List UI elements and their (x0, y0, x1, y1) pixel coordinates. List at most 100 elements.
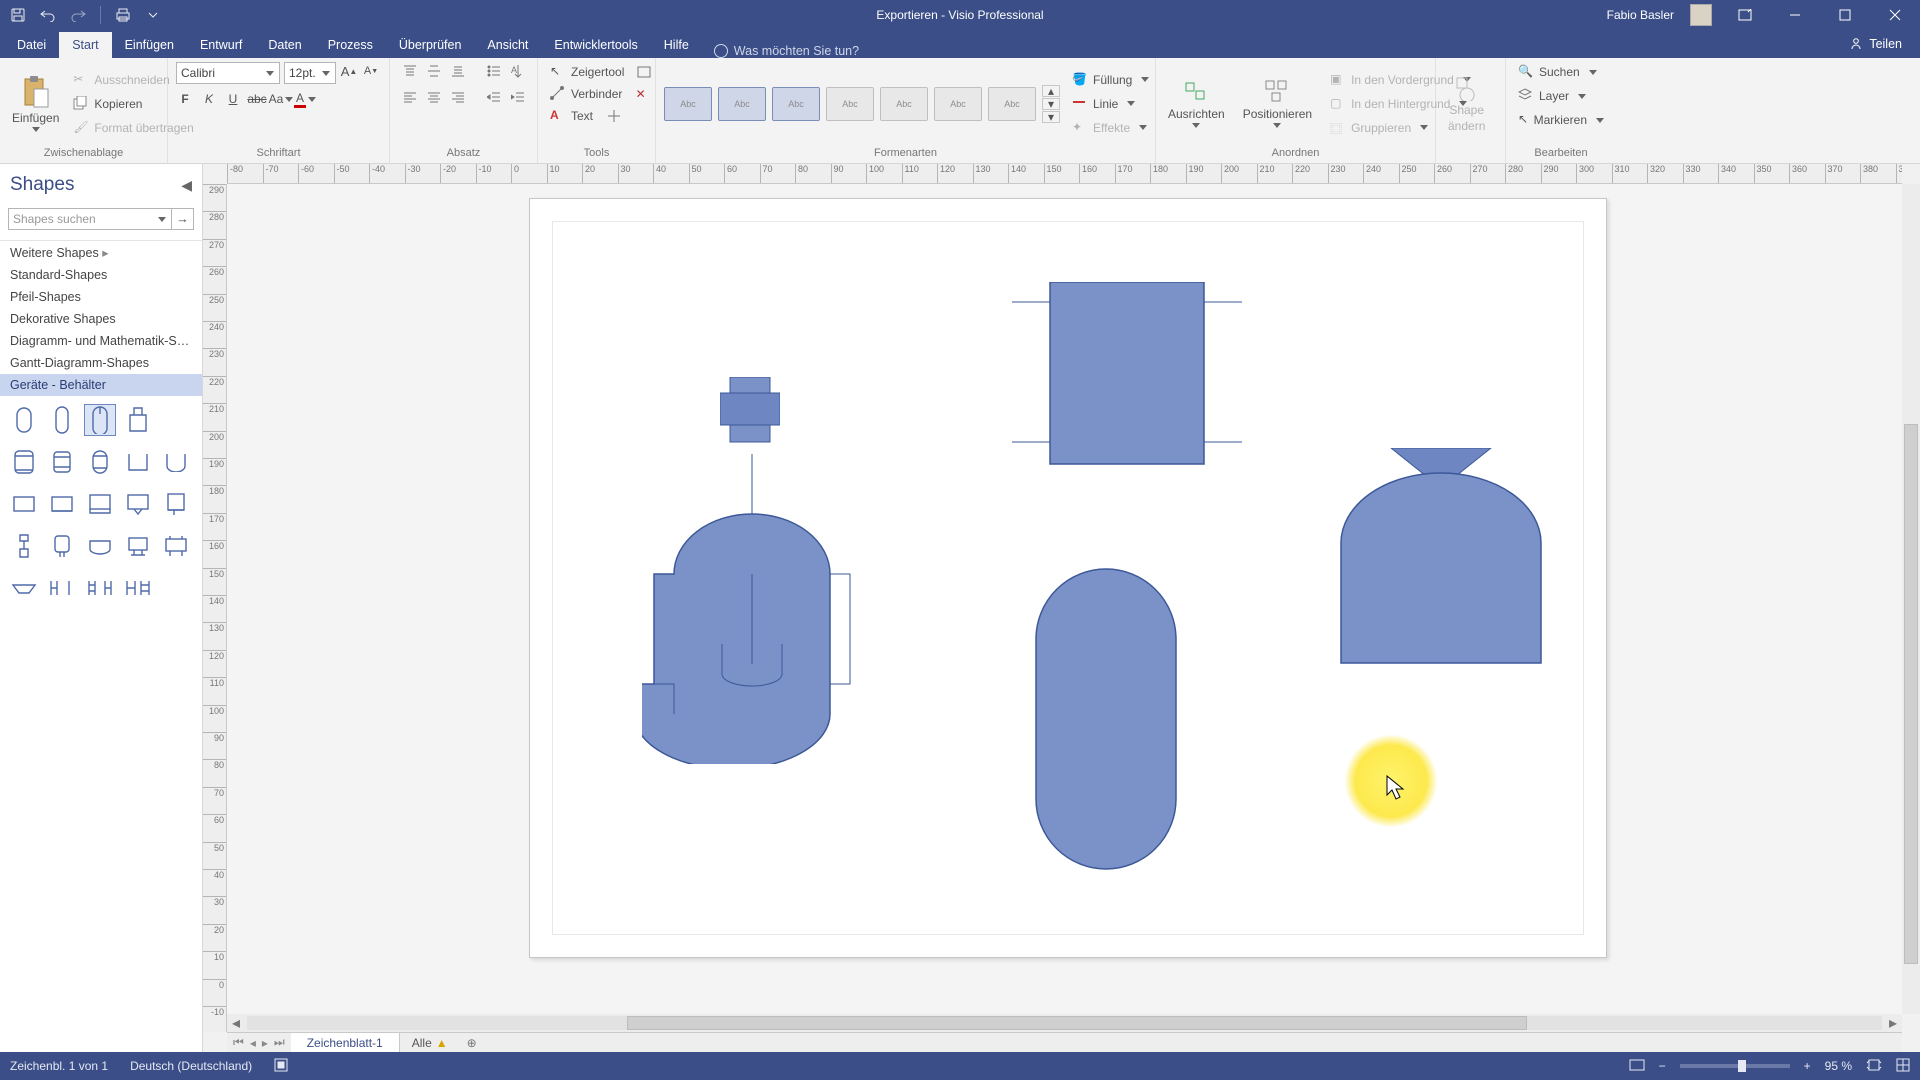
stencil-shape[interactable] (122, 446, 154, 478)
connection-point-icon[interactable] (605, 107, 623, 125)
style-gallery-up-icon[interactable]: ▴ (1042, 85, 1060, 97)
stencil-shape[interactable] (8, 488, 40, 520)
vertical-scrollbar-thumb[interactable] (1904, 424, 1918, 964)
font-color-button[interactable]: A (296, 90, 314, 108)
tab-start[interactable]: Start (59, 32, 111, 58)
shapes-pane-collapse-icon[interactable]: ◀ (181, 177, 192, 194)
pan-zoom-window-icon[interactable] (1896, 1058, 1910, 1075)
pagetab-first-icon[interactable]: ⏮ (233, 1035, 244, 1050)
bullets-icon[interactable] (485, 62, 503, 80)
shape-agitator-vessel[interactable] (642, 454, 892, 764)
cat-diagramm-shapes[interactable]: Diagramm- und Mathematik-Sh... (0, 330, 202, 352)
qat-customize-icon[interactable] (145, 7, 161, 23)
paste-button[interactable]: Einfügen (8, 75, 63, 132)
align-center-icon[interactable] (425, 88, 443, 106)
underline-button[interactable]: U (224, 90, 242, 108)
drawing-page[interactable] (529, 198, 1607, 958)
hscroll-track[interactable] (247, 1016, 1882, 1030)
decrease-indent-icon[interactable] (485, 88, 503, 106)
cat-weitere-shapes[interactable]: Weitere Shapes (0, 241, 202, 264)
zoom-in-button[interactable]: + (1804, 1059, 1811, 1073)
print-icon[interactable] (115, 7, 131, 23)
pagetab-next-icon[interactable]: ▸ (262, 1036, 268, 1050)
change-case-button[interactable]: Aa (272, 90, 290, 108)
stencil-shape[interactable] (160, 530, 192, 562)
style-thumb-3[interactable]: Abc (772, 87, 820, 121)
bold-button[interactable]: F (176, 90, 194, 108)
font-name-combo[interactable]: Calibri (176, 62, 280, 84)
tab-datei[interactable]: Datei (4, 32, 59, 58)
style-thumb-1[interactable]: Abc (664, 87, 712, 121)
tab-ueberpruefen[interactable]: Überprüfen (386, 32, 475, 58)
undo-icon[interactable] (40, 7, 56, 23)
status-macro-icon[interactable] (274, 1058, 288, 1075)
style-thumb-2[interactable]: Abc (718, 87, 766, 121)
pagetab-prev-icon[interactable]: ◂ (250, 1036, 256, 1050)
page-tab-active[interactable]: Zeichenblatt-1 (291, 1033, 400, 1052)
stencil-shape[interactable] (160, 488, 192, 520)
zoom-percent[interactable]: 95 % (1825, 1059, 1852, 1073)
align-right-icon[interactable] (449, 88, 467, 106)
stencil-shape[interactable] (122, 530, 154, 562)
redo-icon[interactable] (70, 7, 86, 23)
cat-dekorative-shapes[interactable]: Dekorative Shapes (0, 308, 202, 330)
line-button[interactable]: Linie (1068, 94, 1153, 114)
share-button[interactable]: Teilen (1831, 30, 1920, 58)
stencil-shape[interactable] (122, 572, 154, 604)
text-direction-icon[interactable]: A (509, 62, 527, 80)
maximize-button[interactable] (1828, 0, 1862, 30)
stencil-shape[interactable] (46, 488, 78, 520)
stencil-shape[interactable] (160, 446, 192, 478)
vertical-scrollbar[interactable] (1902, 184, 1920, 1014)
zoom-out-button[interactable]: − (1659, 1059, 1666, 1073)
position-button[interactable]: Positionieren (1239, 79, 1316, 128)
connector-delete-icon[interactable]: ✕ (634, 85, 647, 103)
style-thumb-7[interactable]: Abc (988, 87, 1036, 121)
ribbon-display-options-icon[interactable] (1728, 0, 1762, 30)
change-shape-button[interactable]: Shape ändern (1444, 75, 1489, 133)
tab-einfuegen[interactable]: Einfügen (112, 32, 187, 58)
stencil-shape[interactable] (84, 530, 116, 562)
tab-entwurf[interactable]: Entwurf (187, 32, 255, 58)
hscroll-thumb[interactable] (627, 1016, 1527, 1030)
stencil-shape[interactable] (8, 446, 40, 478)
zoom-slider[interactable] (1680, 1064, 1790, 1068)
rectangle-tool-icon[interactable] (636, 63, 652, 81)
page-tab-add-button[interactable]: ⊕ (460, 1033, 484, 1052)
tell-me-search[interactable]: Was möchten Sie tun? (714, 44, 859, 58)
stencil-shape[interactable] (8, 572, 40, 604)
stencil-shape-selected[interactable] (84, 404, 116, 436)
tab-ansicht[interactable]: Ansicht (474, 32, 541, 58)
stencil-shape[interactable] (8, 530, 40, 562)
align-top-icon[interactable] (401, 62, 419, 80)
stencil-shape[interactable] (122, 488, 154, 520)
stencil-shape[interactable] (46, 404, 78, 436)
tab-entwicklertools[interactable]: Entwicklertools (541, 32, 650, 58)
tab-daten[interactable]: Daten (255, 32, 314, 58)
save-icon[interactable] (10, 7, 26, 23)
hscroll-right-icon[interactable]: ▸ (1884, 1014, 1902, 1032)
align-middle-icon[interactable] (425, 62, 443, 80)
style-gallery-down-icon[interactable]: ▾ (1042, 98, 1060, 110)
decrease-font-icon[interactable]: A▼ (362, 62, 380, 80)
layer-button[interactable]: Layer (1514, 86, 1608, 106)
shape-agitator-top[interactable] (720, 377, 780, 457)
stencil-shape[interactable] (84, 446, 116, 478)
close-button[interactable] (1878, 0, 1912, 30)
pointer-tool-button[interactable]: ↖Zeigertool (546, 62, 628, 82)
style-thumb-5[interactable]: Abc (880, 87, 928, 121)
pagetab-last-icon[interactable]: ⏭ (274, 1035, 285, 1050)
cat-gantt-shapes[interactable]: Gantt-Diagramm-Shapes (0, 352, 202, 374)
shapes-search-input[interactable]: Shapes suchen (8, 208, 172, 230)
status-presentation-icon[interactable] (1629, 1059, 1645, 1074)
cat-pfeil-shapes[interactable]: Pfeil-Shapes (0, 286, 202, 308)
shape-open-tank[interactable] (1012, 282, 1242, 467)
text-tool-button[interactable]: AText (546, 106, 597, 126)
stencil-shape[interactable] (8, 404, 40, 436)
style-gallery-more-icon[interactable]: ▾ (1042, 111, 1060, 123)
connector-tool-button[interactable]: Verbinder (546, 84, 626, 104)
status-language[interactable]: Deutsch (Deutschland) (130, 1059, 252, 1073)
horizontal-scrollbar[interactable]: ◂ ▸ (227, 1014, 1902, 1032)
fill-button[interactable]: 🪣Füllung (1068, 70, 1153, 90)
page-tab-all[interactable]: Alle▲ (400, 1033, 460, 1052)
